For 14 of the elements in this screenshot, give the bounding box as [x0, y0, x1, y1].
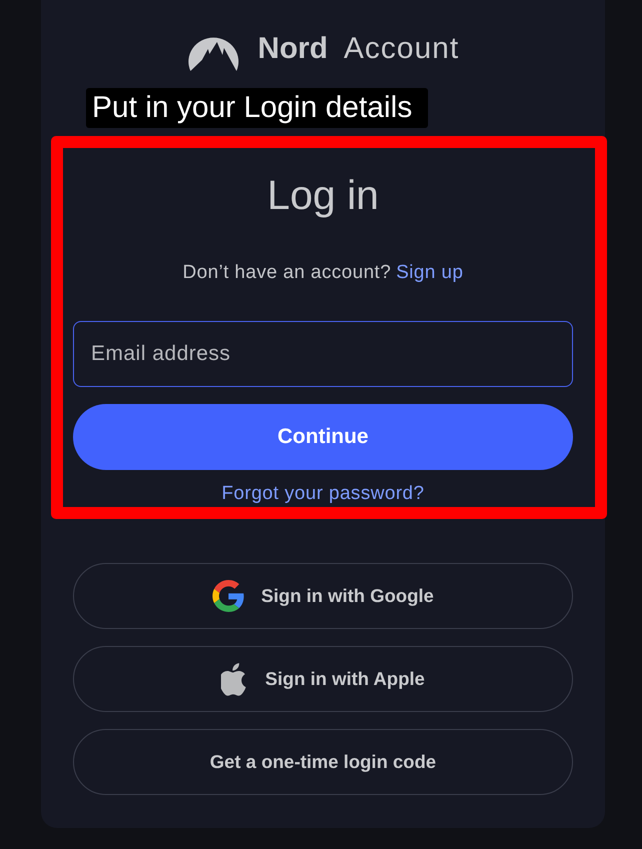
forgot-password-link[interactable]: Forgot your password?	[222, 483, 424, 504]
login-code-button[interactable]: Get a one-time login code	[73, 729, 573, 795]
google-g-icon	[212, 580, 246, 612]
annotation-label: Put in your Login details	[86, 88, 428, 128]
continue-button[interactable]: Continue	[73, 404, 573, 470]
login-title: Log in	[266, 172, 380, 218]
product-name: Account	[344, 31, 460, 67]
sign-up-link[interactable]: Sign up	[396, 262, 464, 283]
email-field[interactable]: Email address	[73, 321, 573, 387]
brand-name: Nord	[258, 31, 328, 67]
sign-in-apple-button[interactable]: Sign in with Apple	[73, 646, 573, 712]
signup-prompt: Don’t have an account?	[182, 262, 392, 283]
apple-icon	[221, 662, 246, 696]
sign-in-google-button[interactable]: Sign in with Google	[73, 563, 573, 629]
